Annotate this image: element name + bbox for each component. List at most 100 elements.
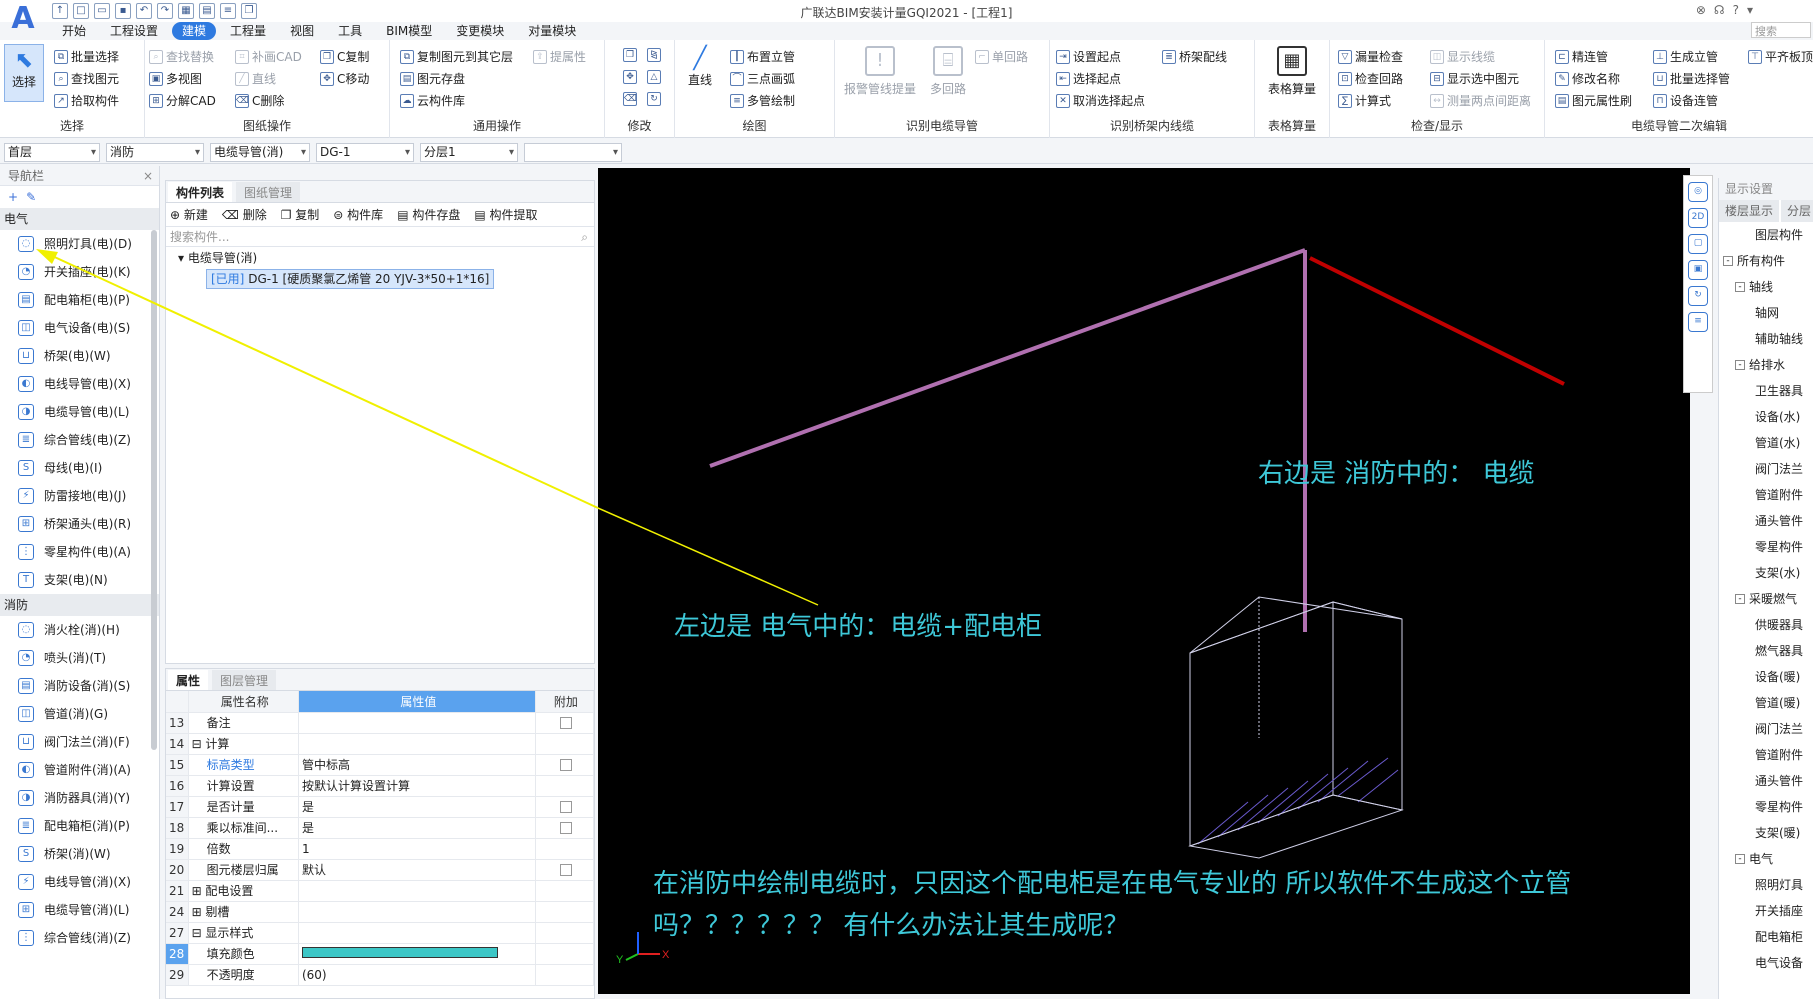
upload-icon[interactable]: ↑ — [52, 3, 68, 19]
multi-pipe-button[interactable]: ≡ 多管绘制 — [730, 92, 795, 109]
nav-item-0-12[interactable]: T 支架(电)(N) — [0, 566, 159, 594]
extra-cell[interactable] — [535, 775, 594, 797]
tab-8[interactable]: 对量模块 — [518, 22, 586, 40]
nav-item-0-7[interactable]: ≣ 综合管线(电)(Z) — [0, 426, 159, 454]
copy-icon[interactable]: ❐ — [241, 3, 257, 19]
extra-select[interactable] — [524, 143, 622, 162]
property-row[interactable]: 13 备注 — [166, 712, 594, 734]
floor-select[interactable]: 首层 — [4, 143, 100, 162]
table-calc-button[interactable]: ▦ 表格算量 — [1259, 46, 1325, 97]
tab-layers[interactable]: 分层 — [1781, 200, 1813, 222]
generate-riser-button[interactable]: ⊥ 生成立管 — [1653, 48, 1718, 65]
pick-component-button[interactable]: ↗ 拾取构件 — [54, 92, 119, 109]
new-button[interactable]: ⊕ 新建 — [170, 206, 208, 223]
nav-item-0-8[interactable]: Ѕ 母线(电)(I) — [0, 454, 159, 482]
copy-button[interactable]: ❐ 复制 — [281, 206, 320, 223]
property-value[interactable]: 1 — [298, 838, 536, 860]
help-icon[interactable]: ? — [1733, 3, 1739, 17]
display-tree-row[interactable]: 照明灯具 — [1719, 872, 1813, 898]
nav-item-1-7[interactable]: ≣ 配电箱柜(消)(P) — [0, 812, 159, 840]
collapse-toggle-icon[interactable]: - — [1735, 854, 1745, 864]
set-start-button[interactable]: ⇥ 设置起点 — [1056, 48, 1121, 65]
extra-checkbox[interactable] — [559, 822, 572, 834]
nav-item-1-9[interactable]: ⚡ 电线导管(消)(X) — [0, 868, 159, 896]
property-value[interactable]: (60) — [298, 964, 536, 986]
property-value[interactable] — [298, 733, 536, 755]
display-tree-row[interactable]: 零星构件 — [1719, 794, 1813, 820]
nav-item-0-0[interactable]: ◌ 照明灯具(电)(D) — [0, 230, 159, 258]
cube-3d-icon[interactable]: ▣ — [1688, 260, 1708, 280]
tab-layer-management[interactable]: 图层管理 — [212, 670, 277, 690]
redo-icon[interactable]: ↷ — [157, 3, 173, 19]
element-save-button[interactable]: ▤ 图元存盘 — [400, 70, 465, 87]
extract-attr-button[interactable]: ⇪ 提属性 — [533, 48, 586, 65]
display-tree-row[interactable]: 辅助轴线 — [1719, 326, 1813, 352]
multi-view-button[interactable]: ▣ 多视图 — [149, 70, 202, 87]
property-row[interactable]: 14 ⊟ 计算 — [166, 733, 594, 755]
three-point-arc-button[interactable]: ⌒ 三点画弧 — [730, 70, 795, 87]
fill-color-swatch[interactable] — [301, 946, 498, 958]
display-tree-row[interactable]: 图层构件 — [1719, 222, 1813, 248]
extra-cell[interactable] — [535, 754, 594, 776]
cloud-library-button[interactable]: ☁ 云构件库 — [400, 92, 465, 109]
display-tree-row[interactable]: - 采暖燃气 — [1719, 586, 1813, 612]
table-icon[interactable]: ▦ — [178, 3, 194, 19]
display-tree-row[interactable]: 配电箱柜 — [1719, 924, 1813, 950]
component-save-button[interactable]: ▤ 构件存盘 — [397, 206, 460, 223]
tab-5[interactable]: 工具 — [328, 22, 372, 40]
nav-item-0-2[interactable]: ▤ 配电箱柜(电)(P) — [0, 286, 159, 314]
dropdown-icon[interactable]: ▾ — [1747, 3, 1753, 17]
modify-copy-button[interactable]: ❐ — [623, 48, 637, 62]
device-connect-button[interactable]: ⊓ 设备连管 — [1653, 92, 1718, 109]
c-delete-button[interactable]: ⌫ C删除 — [235, 92, 284, 109]
discipline-select[interactable]: 消防 — [106, 143, 204, 162]
alarm-line-button[interactable]: ! 报警管线提量 — [840, 46, 920, 97]
nav-item-1-1[interactable]: ◔ 喷头(消)(T) — [0, 644, 159, 672]
component-select[interactable]: DG-1 — [316, 143, 414, 162]
nav-item-1-6[interactable]: ◑ 消防器具(消)(Y) — [0, 784, 159, 812]
search-icon[interactable]: ⌕ — [581, 227, 588, 247]
tab-3[interactable]: 工程量 — [220, 22, 276, 40]
nav-item-1-5[interactable]: ◐ 管道附件(消)(A) — [0, 756, 159, 784]
edit-icon[interactable]: ✎ — [26, 190, 36, 204]
copy-to-floor-button[interactable]: ⧉ 复制图元到其它层 — [400, 48, 513, 65]
extra-cell[interactable] — [535, 733, 594, 755]
nav-item-1-0[interactable]: ◌ 消火栓(消)(H) — [0, 616, 159, 644]
collapse-toggle-icon[interactable]: - — [1735, 594, 1745, 604]
modify-rotate-button[interactable]: ↻ — [647, 92, 661, 106]
nav-item-1-10[interactable]: ⊞ 电缆导管(消)(L) — [0, 896, 159, 924]
nav-item-1-4[interactable]: ⊔ 阀门法兰(消)(F) — [0, 728, 159, 756]
property-value[interactable]: 是 — [298, 796, 536, 818]
nav-item-0-11[interactable]: ⋮ 零星构件(电)(A) — [0, 538, 159, 566]
property-value[interactable]: 按默认计算设置计算 — [298, 775, 536, 797]
select-tool[interactable]: ⬉ 选择 — [6, 48, 42, 90]
nav-item-0-5[interactable]: ◐ 电线导管(电)(X) — [0, 370, 159, 398]
extra-cell[interactable] — [535, 817, 594, 839]
collapse-toggle-icon[interactable]: - — [1735, 360, 1745, 370]
add-icon[interactable]: + — [8, 190, 18, 204]
property-value[interactable] — [298, 922, 536, 944]
extra-checkbox[interactable] — [559, 717, 572, 729]
check-circuit-button[interactable]: ⊡ 检查回路 — [1338, 70, 1403, 87]
extra-cell[interactable] — [535, 712, 594, 734]
explode-cad-button[interactable]: ⊞ 分解CAD — [149, 92, 216, 109]
modify-flip-button[interactable]: △ — [647, 70, 661, 84]
drawing-canvas[interactable]: X Y 右边是 消防中的： 电缆 左边是 电气中的：电缆+配电柜 在消防中绘制电… — [598, 168, 1690, 994]
multi-circuit-button[interactable]: ⌸ 多回路 — [923, 46, 973, 97]
property-row[interactable]: 16 计算设置 按默认计算设置计算 — [166, 775, 594, 797]
nav-item-1-3[interactable]: ◫ 管道(消)(G) — [0, 700, 159, 728]
collapse-toggle-icon[interactable]: - — [1735, 282, 1745, 292]
rename-button[interactable]: ✎ 修改名称 — [1555, 70, 1620, 87]
headset-icon[interactable]: ☊ — [1714, 3, 1725, 17]
tree-root[interactable]: ▾ 电缆导管(消) — [166, 247, 594, 269]
extra-cell[interactable] — [535, 943, 594, 965]
nav-section-0[interactable]: 电气 — [0, 208, 159, 230]
align-slab-button[interactable]: ⊤ 平齐板顶 — [1748, 48, 1813, 65]
nav-item-1-2[interactable]: ▤ 消防设备(消)(S) — [0, 672, 159, 700]
property-row[interactable]: 28 填充颜色 — [166, 943, 594, 965]
settings-icon[interactable]: ⊗ — [1696, 3, 1706, 17]
tree-item-dg1[interactable]: [已用] DG-1 [硬质聚氯乙烯管 20 YJV-3*50+1*16] — [206, 269, 495, 289]
property-row[interactable]: 18 乘以标准间... 是 — [166, 817, 594, 839]
display-tree-row[interactable]: 通头管件 — [1719, 768, 1813, 794]
view-2d-icon[interactable]: 2D — [1688, 208, 1708, 228]
